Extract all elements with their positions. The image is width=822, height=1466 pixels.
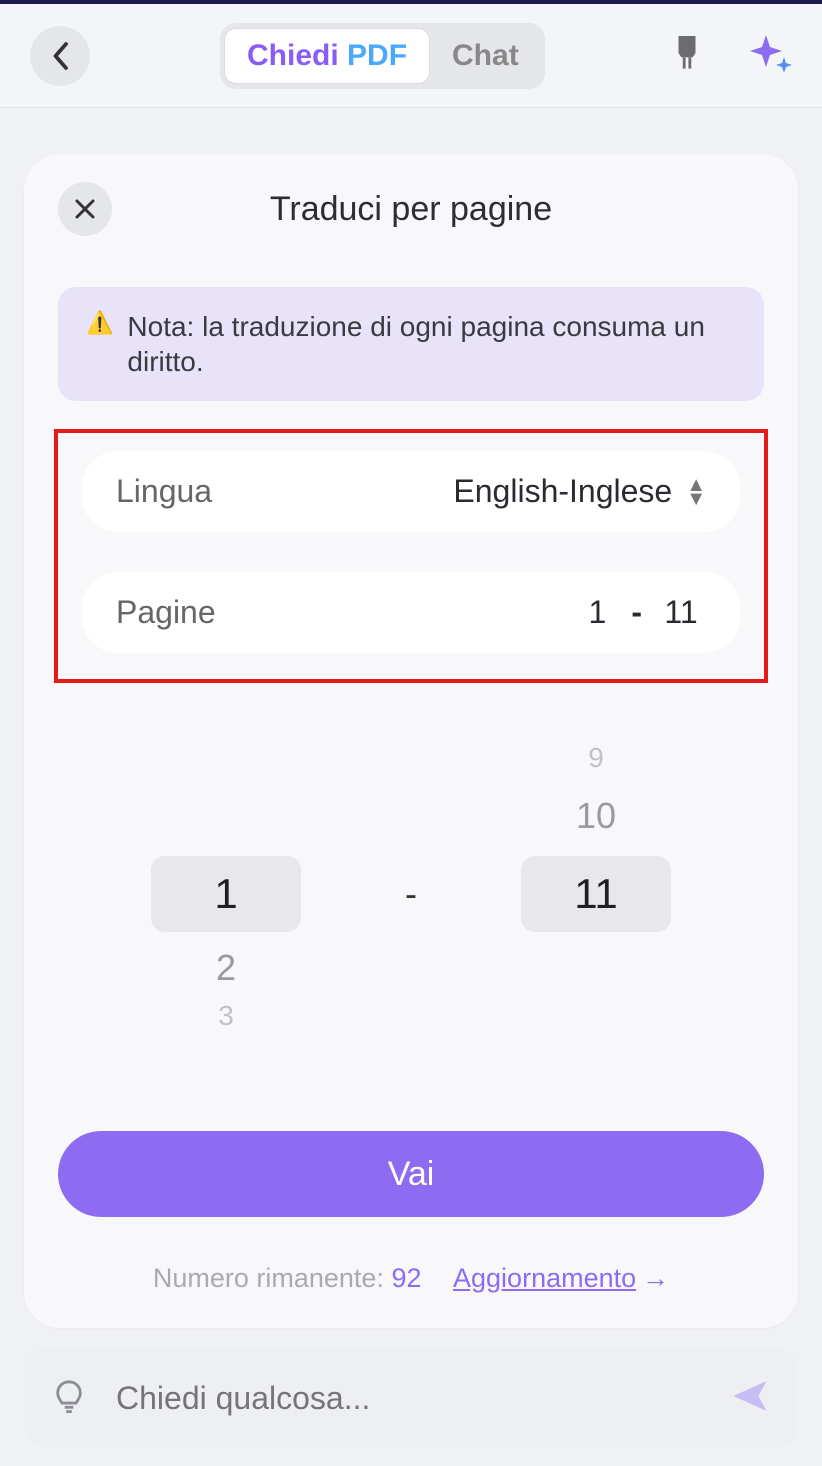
pages-row[interactable]: Pagine 1 - 11	[82, 572, 740, 653]
chevron-left-icon	[51, 41, 69, 71]
picker-from-opt: 2	[216, 947, 236, 989]
updown-icon: ▲▼	[686, 478, 706, 506]
picker-to-selected: 11	[521, 856, 671, 932]
picker-from-opt: 3	[218, 1000, 234, 1032]
tab-chat[interactable]: Chat	[430, 29, 541, 83]
picker-dash: -	[405, 873, 417, 915]
tab-askpdf[interactable]: Chiedi PDF	[224, 28, 430, 84]
modal-title: Traduci per pagine	[58, 190, 764, 229]
upgrade-link[interactable]: Aggiornamento	[453, 1263, 636, 1293]
language-label: Lingua	[116, 473, 212, 510]
remaining-count: 92	[391, 1263, 421, 1293]
footer-line: Numero rimanente: 92 Aggiornamento→	[58, 1263, 764, 1294]
note-box: ⚠️ Nota: la traduzione di ogni pagina co…	[58, 287, 764, 401]
page-picker: 1 2 3 - 9 10 11	[58, 729, 764, 1059]
app-header: Chiedi PDF Chat	[0, 4, 822, 108]
pages-from: 1	[577, 594, 617, 631]
tab-askpdf-ask: Chiedi	[247, 39, 339, 72]
ask-bar	[24, 1348, 798, 1448]
language-value: English-Inglese	[453, 473, 672, 510]
pages-dash: -	[631, 594, 642, 631]
arrow-right-icon: →	[642, 1263, 669, 1293]
tab-askpdf-pdf: PDF	[347, 39, 407, 72]
pages-label: Pagine	[116, 594, 216, 631]
remaining-label: Numero rimanente:	[153, 1263, 392, 1293]
pages-to: 11	[656, 594, 706, 631]
picker-from-selected: 1	[151, 856, 301, 932]
picker-to-opt: 10	[576, 795, 616, 837]
close-button[interactable]	[58, 182, 112, 236]
warning-icon: ⚠️	[86, 309, 113, 379]
translate-go-button[interactable]: Vai	[58, 1131, 764, 1217]
ask-input[interactable]	[116, 1380, 730, 1417]
back-button[interactable]	[30, 26, 90, 86]
picker-from-column[interactable]: 1 2 3	[151, 729, 301, 1059]
brush-icon[interactable]	[670, 33, 704, 78]
picker-to-column[interactable]: 9 10 11	[521, 729, 671, 1059]
note-text: Nota: la traduzione di ogni pagina consu…	[127, 309, 736, 379]
language-row[interactable]: Lingua English-Inglese ▲▼	[82, 451, 740, 532]
send-button[interactable]	[730, 1376, 770, 1421]
close-icon	[73, 197, 97, 221]
send-icon	[730, 1376, 770, 1416]
picker-to-opt: 9	[588, 742, 604, 774]
translate-modal: Traduci per pagine ⚠️ Nota: la traduzion…	[24, 154, 798, 1328]
sparkle-icon[interactable]	[748, 31, 792, 80]
lightbulb-icon[interactable]	[52, 1379, 86, 1418]
highlighted-settings: Lingua English-Inglese ▲▼ Pagine 1 - 11	[54, 429, 768, 683]
tab-switcher: Chiedi PDF Chat	[220, 23, 545, 89]
